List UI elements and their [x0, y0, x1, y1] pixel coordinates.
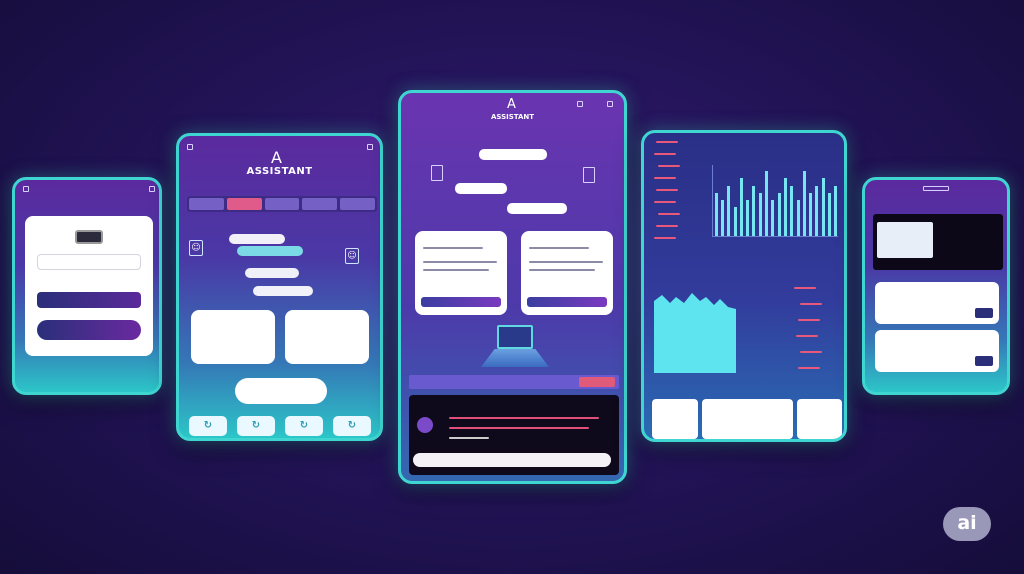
bar-chart — [712, 165, 838, 237]
tab[interactable] — [226, 198, 262, 210]
tab[interactable] — [264, 198, 300, 210]
chart-bar — [821, 178, 825, 236]
chat-bubble — [253, 286, 313, 296]
media-phone-mockup — [862, 177, 1010, 395]
login-button[interactable] — [37, 292, 141, 308]
card-button[interactable] — [975, 356, 993, 366]
feature-card[interactable] — [415, 231, 507, 315]
chat-bubble — [455, 183, 507, 194]
chat-phone-mockup: A ASSISTANT ☺ ☺ ↻ ↻ ↻ ↻ — [176, 133, 383, 441]
summary-cards — [652, 399, 842, 439]
content-card[interactable] — [875, 330, 999, 372]
message-input[interactable] — [413, 453, 611, 467]
logo-icon — [75, 230, 103, 244]
robot-icon — [431, 165, 443, 181]
thumbnail — [877, 222, 933, 258]
chart-bar — [765, 171, 769, 236]
tab[interactable] — [189, 198, 224, 210]
status-icon — [23, 186, 29, 192]
a-logo-icon: A — [271, 148, 282, 167]
chart-bar — [714, 192, 718, 236]
chart-bar — [783, 178, 787, 236]
laptop-icon — [497, 325, 533, 349]
area-chart — [654, 293, 736, 373]
login-phone-mockup — [12, 177, 162, 395]
app-title: ASSISTANT — [490, 113, 535, 121]
a-logo-icon: A — [507, 97, 516, 112]
tab[interactable] — [340, 198, 375, 210]
chat-bubble — [245, 268, 299, 278]
chart-bar — [739, 178, 743, 236]
chart-bar — [771, 200, 775, 236]
strip-tag — [579, 377, 615, 387]
content-card[interactable] — [875, 282, 999, 324]
chat-bubble — [479, 149, 547, 160]
card-button[interactable] — [975, 308, 993, 318]
chart-bar — [727, 185, 731, 236]
window-icon — [577, 101, 583, 107]
username-field[interactable] — [37, 254, 141, 270]
app-title: ASSISTANT — [246, 166, 313, 177]
chart-bar — [733, 207, 737, 236]
login-card — [25, 216, 153, 356]
chat-bubble — [237, 246, 303, 256]
section-strip — [409, 375, 619, 389]
chat-bubble — [507, 203, 567, 214]
refresh-icon[interactable]: ↻ — [333, 416, 371, 436]
chart-bar — [815, 185, 819, 236]
user-icon: ☺ — [345, 248, 359, 264]
chart-bar — [809, 192, 813, 236]
feature-card[interactable] — [285, 310, 369, 364]
refresh-icon[interactable]: ↻ — [189, 416, 227, 436]
chart-bar — [796, 200, 800, 236]
chart-bar — [752, 185, 756, 236]
center-pill[interactable] — [235, 378, 327, 404]
chart-bar — [720, 200, 724, 236]
chart-bar — [777, 192, 781, 236]
ai-badge: ai — [943, 507, 991, 541]
feature-card[interactable] — [191, 310, 275, 364]
center-phone-mockup: A ASSISTANT — [398, 90, 627, 484]
chart-bar — [790, 185, 794, 236]
chart-bar — [834, 185, 838, 236]
chart-bar — [746, 200, 750, 236]
menu-icon — [187, 144, 193, 150]
chart-bar — [802, 171, 806, 236]
chat-panel — [409, 395, 619, 475]
signup-button[interactable] — [37, 320, 141, 340]
refresh-icon[interactable]: ↻ — [285, 416, 323, 436]
chat-icon — [583, 167, 595, 183]
tab-bar — [187, 196, 377, 212]
laptop-base — [481, 349, 549, 367]
status-icon — [149, 186, 155, 192]
avatar — [417, 417, 433, 433]
chat-bubble — [229, 234, 285, 244]
refresh-icon[interactable]: ↻ — [237, 416, 275, 436]
card-button[interactable] — [421, 297, 501, 307]
robot-icon: ☺ — [189, 240, 203, 256]
feature-card[interactable] — [521, 231, 613, 315]
tab[interactable] — [302, 198, 338, 210]
summary-card[interactable] — [701, 399, 793, 439]
chart-bar — [828, 192, 832, 236]
media-screen — [873, 214, 1003, 270]
chart-bar — [758, 192, 762, 236]
window-icon — [607, 101, 613, 107]
summary-card[interactable] — [652, 399, 698, 439]
settings-icon — [367, 144, 373, 150]
analytics-phone-mockup — [641, 130, 847, 442]
summary-card[interactable] — [796, 399, 842, 439]
card-button[interactable] — [527, 297, 607, 307]
